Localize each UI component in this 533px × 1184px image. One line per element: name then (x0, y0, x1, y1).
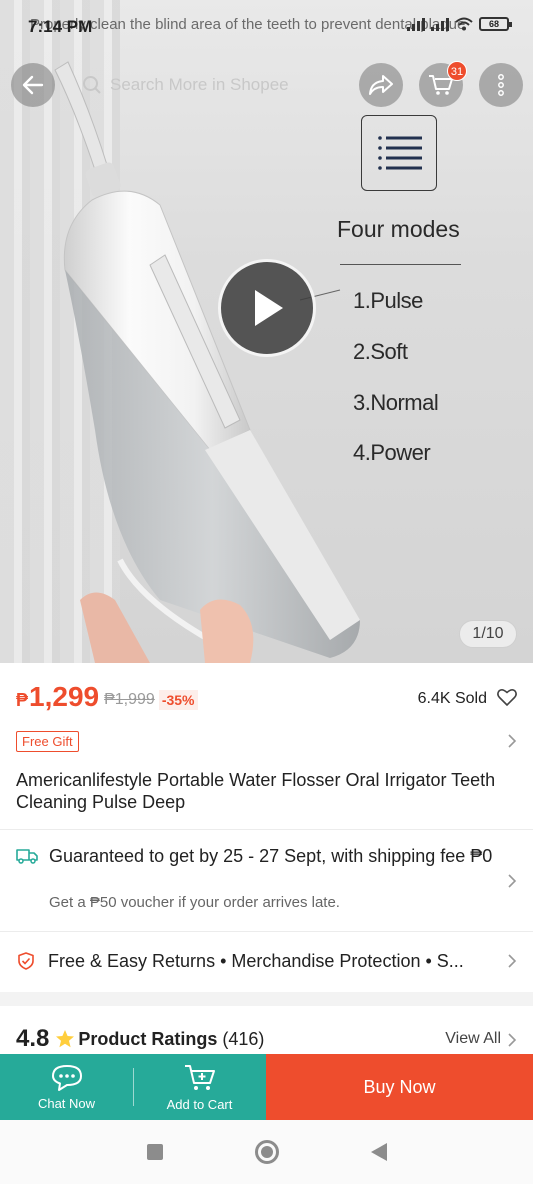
system-nav-bar (0, 1120, 533, 1184)
divider (0, 931, 533, 932)
view-all-link[interactable]: View All (445, 1030, 501, 1048)
returns-text: Free & Easy Returns • Merchandise Protec… (48, 950, 464, 971)
wifi-icon (455, 17, 473, 31)
share-icon (369, 75, 393, 95)
back-arrow-icon (22, 75, 44, 95)
ratings-count: (416) (222, 1028, 265, 1049)
menu-list-icon (361, 115, 437, 191)
signal-icon (431, 17, 449, 31)
cart-plus-icon (184, 1064, 215, 1090)
original-price: ₱1,999 (104, 691, 155, 708)
chat-now-button[interactable]: Chat Now (0, 1054, 133, 1120)
free-gift-row[interactable]: Free Gift (16, 731, 517, 753)
mode-item: 1.Pulse (353, 288, 423, 313)
share-button[interactable] (359, 63, 403, 107)
chevron-right-icon (508, 954, 517, 968)
home-button[interactable] (254, 1140, 279, 1164)
add-to-cart-button[interactable]: Add to Cart (133, 1054, 266, 1120)
free-gift-tag: Free Gift (16, 731, 79, 752)
price-row: ₱ 1,299 ₱1,999 -35% 6.4K Sold (16, 679, 517, 715)
ratings-label: Product Ratings (78, 1028, 218, 1049)
battery-icon: 68 (479, 17, 512, 31)
chevron-right-icon (508, 1033, 517, 1047)
shield-icon (18, 952, 34, 970)
more-vertical-icon (498, 74, 504, 96)
nav-back-button[interactable] (370, 1143, 387, 1161)
shipping-guarantee: Guaranteed to get by 25 - 27 Sept, with … (49, 846, 493, 866)
status-icons: 68 (407, 17, 512, 31)
chevron-right-icon (508, 874, 517, 888)
search-icon (83, 76, 101, 94)
signal-icon (407, 17, 425, 31)
truck-icon (16, 849, 38, 864)
image-caption-text: Properly clean the blind area of the tee… (30, 16, 466, 33)
back-button[interactable] (11, 63, 55, 107)
mode-item: 4.Power (353, 440, 431, 465)
modes-divider (340, 264, 461, 265)
search-input[interactable]: Search More in Shopee (72, 70, 342, 100)
play-icon (255, 290, 283, 326)
section-gap (0, 992, 533, 1006)
returns-protection-row[interactable]: Free & Easy Returns • Merchandise Protec… (16, 948, 517, 974)
product-image-carousel[interactable]: Properly clean the blind area of the tee… (0, 0, 533, 663)
sold-count: 6.4K Sold (417, 690, 487, 707)
price-value: 1,299 (29, 681, 100, 712)
modes-title: Four modes (337, 216, 460, 242)
shipping-row[interactable]: Guaranteed to get by 25 - 27 Sept, with … (16, 845, 517, 917)
divider (0, 829, 533, 830)
discount-badge: -35% (158, 690, 198, 710)
mode-item: 2.Soft (353, 339, 408, 364)
shipping-voucher-note: Get a ₱50 voucher if your order arrives … (49, 894, 340, 911)
bottom-action-bar: Chat Now Add to Cart Buy Now (0, 1054, 533, 1120)
status-time: 7:14 PM (28, 17, 93, 36)
recent-apps-button[interactable] (146, 1144, 163, 1160)
mode-item: 3.Normal (353, 390, 439, 415)
cart-count-badge: 31 (447, 61, 467, 81)
image-counter: 1/10 (459, 620, 517, 648)
currency-symbol: ₱ (16, 690, 29, 710)
ratings-row[interactable]: 4.8 Product Ratings (416) View All (16, 1024, 517, 1054)
search-placeholder: Search More in Shopee (110, 75, 289, 94)
more-options-button[interactable] (479, 63, 523, 107)
video-play-button[interactable] (218, 259, 316, 357)
chat-now-label: Chat Now (37, 1095, 96, 1111)
current-price: ₱ 1,299 (16, 681, 99, 713)
heart-icon[interactable] (497, 688, 517, 706)
action-separator (133, 1068, 134, 1106)
buy-now-button[interactable]: Buy Now (266, 1054, 533, 1120)
add-to-cart-label: Add to Cart (166, 1096, 233, 1112)
product-title: Americanlifestyle Portable Water Flosser… (16, 770, 496, 812)
rating-score: 4.8 (16, 1025, 50, 1052)
chat-icon (51, 1064, 82, 1091)
chevron-right-icon (508, 734, 517, 748)
buy-now-label: Buy Now (363, 1076, 436, 1097)
star-icon (56, 1030, 75, 1048)
cart-button[interactable]: 31 (419, 61, 467, 107)
status-bar: Properly clean the blind area of the tee… (0, 0, 533, 50)
